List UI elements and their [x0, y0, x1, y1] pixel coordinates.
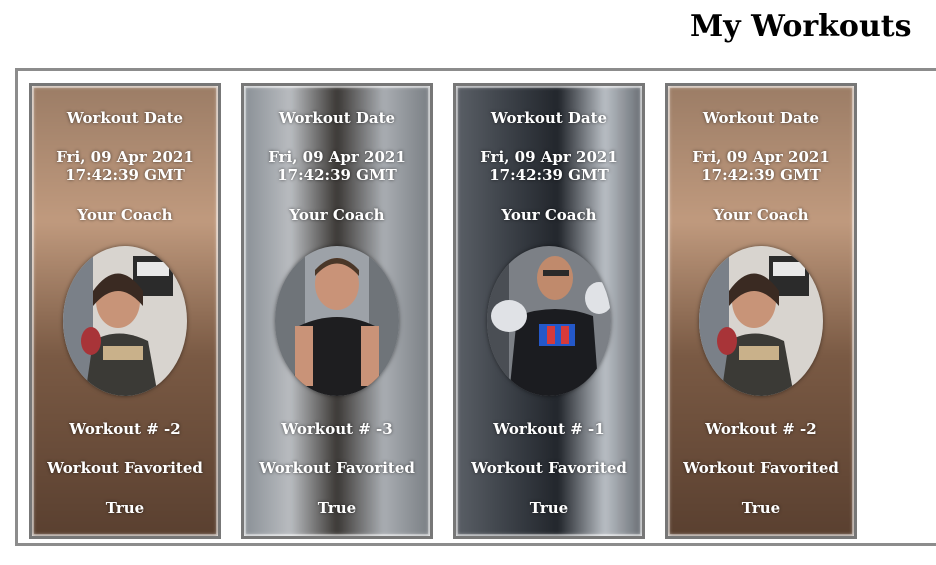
workout-number: Workout # -3 [281, 420, 393, 438]
workout-date-label: Workout Date [66, 109, 184, 127]
workout-card[interactable]: Workout Date Fri, 09 Apr 2021 17:42:39 G… [29, 83, 221, 539]
coach-label: Your Coach [713, 206, 809, 224]
coach-label: Your Coach [77, 206, 173, 224]
workout-date-value: Fri, 09 Apr 2021 17:42:39 GMT [480, 148, 618, 184]
workout-card[interactable]: Workout Date Fri, 09 Apr 2021 17:42:39 G… [241, 83, 433, 539]
workout-date-label: Workout Date [702, 109, 820, 127]
workout-date-label: Workout Date [490, 109, 608, 127]
workout-favorited-value: True [317, 499, 357, 517]
coach-avatar [699, 246, 823, 396]
coach-avatar [275, 246, 399, 396]
workout-favorited-value: True [741, 499, 781, 517]
coach-label: Your Coach [289, 206, 385, 224]
coach-avatar [63, 246, 187, 396]
workout-number: Workout # -1 [493, 420, 605, 438]
workout-favorited-label: Workout Favorited [47, 459, 203, 477]
workout-favorited-label: Workout Favorited [683, 459, 839, 477]
workout-favorited-label: Workout Favorited [471, 459, 627, 477]
workout-date-label: Workout Date [278, 109, 396, 127]
workout-favorited-value: True [105, 499, 145, 517]
workout-favorited-label: Workout Favorited [259, 459, 415, 477]
coach-avatar [487, 246, 611, 396]
workout-date-value: Fri, 09 Apr 2021 17:42:39 GMT [692, 148, 830, 184]
workouts-board: Workout Date Fri, 09 Apr 2021 17:42:39 G… [15, 68, 936, 546]
workout-number: Workout # -2 [69, 420, 181, 438]
workout-card[interactable]: Workout Date Fri, 09 Apr 2021 17:42:39 G… [453, 83, 645, 539]
workout-number: Workout # -2 [705, 420, 817, 438]
workout-card[interactable]: Workout Date Fri, 09 Apr 2021 17:42:39 G… [665, 83, 857, 539]
coach-label: Your Coach [501, 206, 597, 224]
workout-favorited-value: True [529, 499, 569, 517]
page-title: My Workouts [690, 9, 912, 44]
workout-date-value: Fri, 09 Apr 2021 17:42:39 GMT [56, 148, 194, 184]
workout-date-value: Fri, 09 Apr 2021 17:42:39 GMT [268, 148, 406, 184]
